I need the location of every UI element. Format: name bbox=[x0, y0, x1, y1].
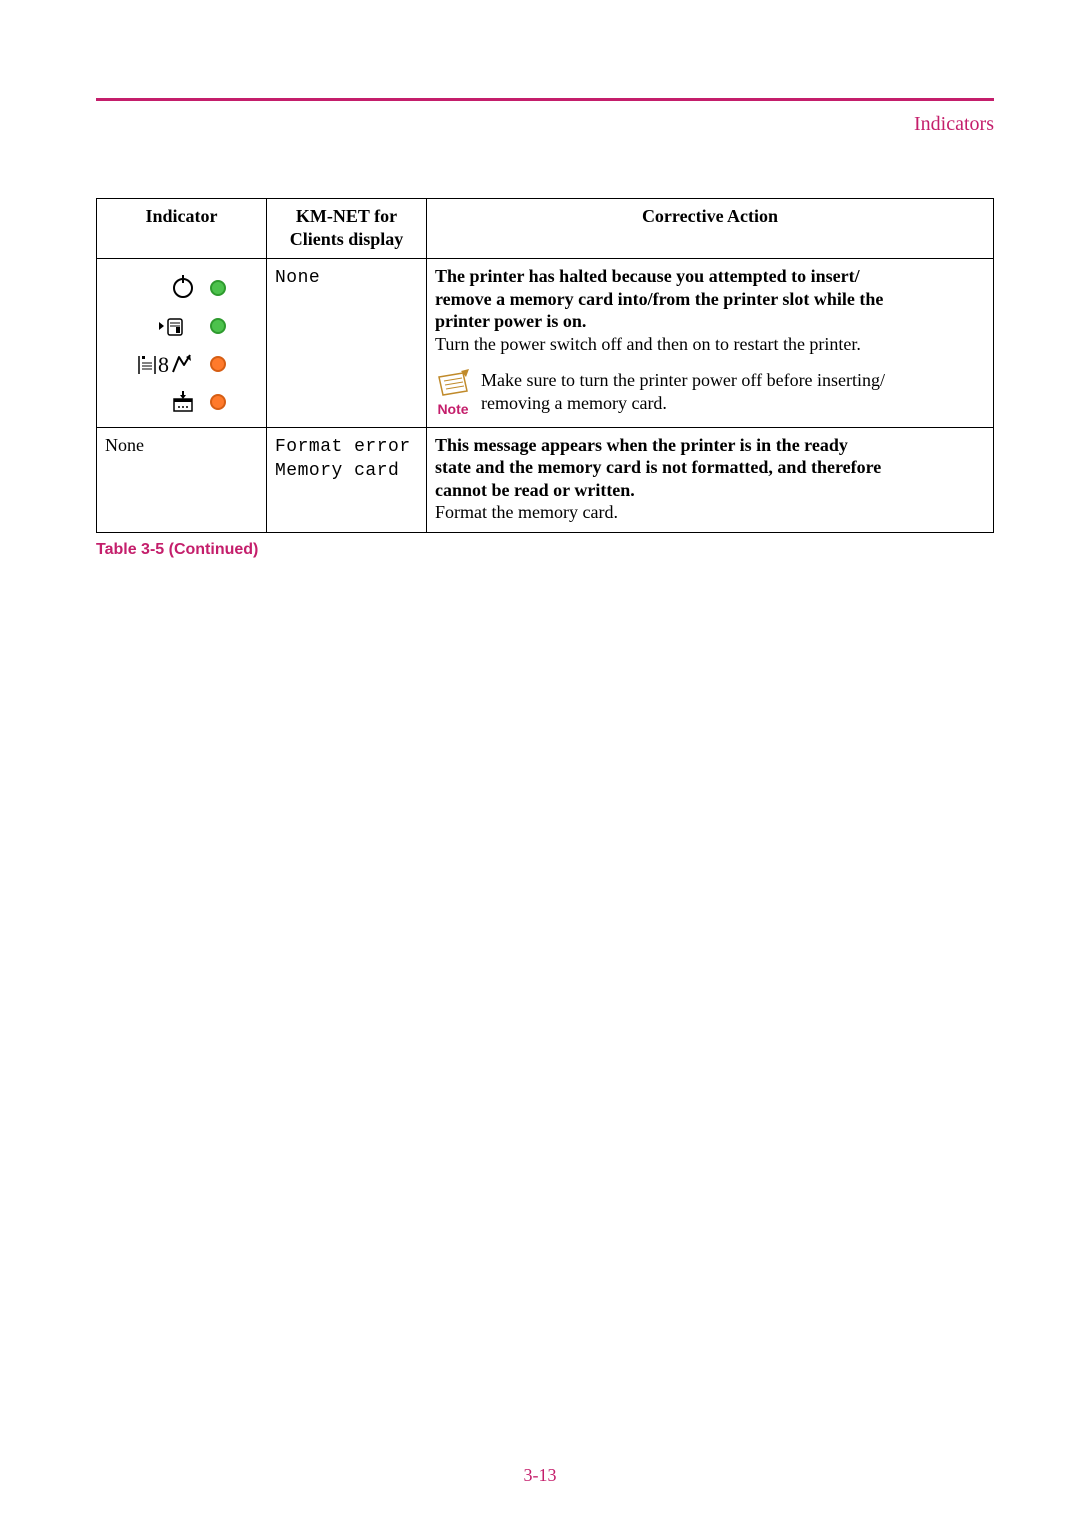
indicator-panel: 8 bbox=[105, 265, 258, 417]
col-header-indicator: Indicator bbox=[97, 199, 267, 259]
page-number: 3-13 bbox=[0, 1465, 1080, 1486]
led-data-green-icon bbox=[210, 318, 226, 334]
section-title: Indicators bbox=[96, 113, 994, 136]
cell-kmnet-2: Format error Memory card bbox=[267, 427, 427, 532]
table-caption: Table 3-5 (Continued) bbox=[96, 541, 994, 559]
data-icon bbox=[156, 311, 196, 341]
led-ready-green-icon bbox=[210, 280, 226, 296]
led-toner-orange-icon bbox=[210, 394, 226, 410]
cell-indicator-panel: 8 bbox=[97, 259, 267, 428]
action2-bold-l3: cannot be read or written. bbox=[435, 480, 635, 500]
action1-plain: Turn the power switch off and then on to… bbox=[435, 334, 861, 354]
table-header-row: Indicator KM-NET for Clients display Cor… bbox=[97, 199, 994, 259]
led-jam-orange-icon bbox=[210, 356, 226, 372]
cell-action-1: The printer has halted because you attem… bbox=[427, 259, 994, 428]
kmnet2-l1: Format error bbox=[275, 437, 411, 457]
action1-bold-l2: remove a memory card into/from the print… bbox=[435, 289, 883, 309]
kmnet2-l2: Memory card bbox=[275, 461, 399, 481]
col-header-kmnet-l2: Clients display bbox=[290, 229, 404, 249]
note-block: Note Make sure to turn the printer power… bbox=[435, 369, 985, 419]
top-rule bbox=[96, 98, 994, 101]
table-row: 8 bbox=[97, 259, 994, 428]
ready-icon bbox=[170, 273, 196, 303]
kmnet-value-1: None bbox=[275, 268, 320, 288]
paper-jam-icon: 8 bbox=[138, 349, 196, 379]
table-row: None Format error Memory card This messa… bbox=[97, 427, 994, 532]
action1-bold-l1: The printer has halted because you attem… bbox=[435, 266, 860, 286]
col-header-kmnet-l1: KM-NET for bbox=[296, 206, 397, 226]
note-icon bbox=[435, 369, 471, 399]
action2-bold-l2: state and the memory card is not formatt… bbox=[435, 457, 881, 477]
note-text-l2: removing a memory card. bbox=[481, 393, 667, 413]
action1-bold-l3: printer power is on. bbox=[435, 311, 586, 331]
note-label: Note bbox=[435, 401, 471, 419]
note-text-l1: Make sure to turn the printer power off … bbox=[481, 370, 885, 390]
col-header-action: Corrective Action bbox=[427, 199, 994, 259]
cell-kmnet-1: None bbox=[267, 259, 427, 428]
cell-indicator-2: None bbox=[97, 427, 267, 532]
col-header-kmnet: KM-NET for Clients display bbox=[267, 199, 427, 259]
toner-icon bbox=[170, 387, 196, 417]
cell-action-2: This message appears when the printer is… bbox=[427, 427, 994, 532]
note-text: Make sure to turn the printer power off … bbox=[481, 369, 885, 414]
svg-text:8: 8 bbox=[158, 352, 169, 377]
action2-plain: Format the memory card. bbox=[435, 502, 618, 522]
action2-bold-l1: This message appears when the printer is… bbox=[435, 435, 848, 455]
indicator-table: Indicator KM-NET for Clients display Cor… bbox=[96, 198, 994, 533]
